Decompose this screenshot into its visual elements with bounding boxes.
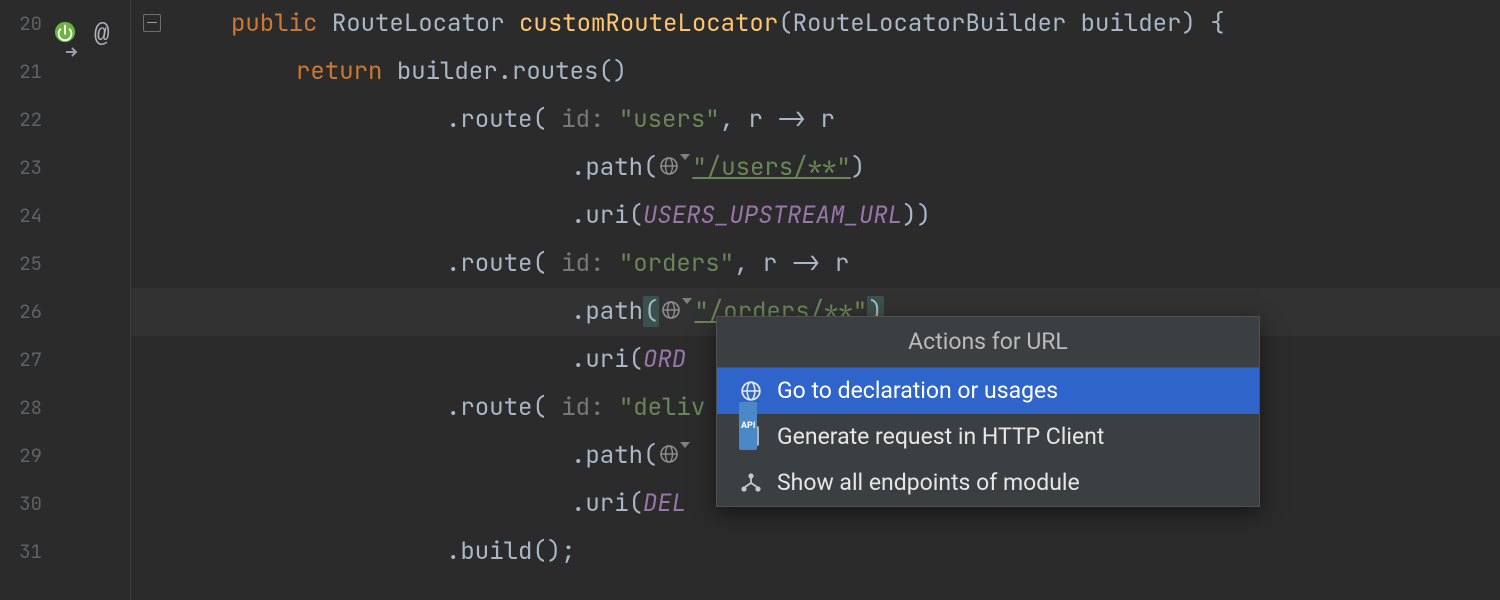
line-number: 24 [0,192,42,240]
code-line: .route( id: "orders", r -> r [446,240,849,288]
matched-paren-open: ( [643,296,659,327]
code-editor[interactable]: 20 21 22 23 24 25 26 27 28 29 30 31 @ pu… [0,0,1500,600]
code-line: .uri(DEL [571,480,686,528]
popup-action-goto-declaration[interactable]: Go to declaration or usages [717,368,1259,414]
url-actions-popup: Actions for URL Go to declaration or usa… [716,316,1260,507]
popup-item-label: Generate request in HTTP Client [777,414,1104,460]
popup-action-show-endpoints[interactable]: Show all endpoints of module [717,460,1259,506]
line-number: 25 [0,240,42,288]
line-number: 30 [0,480,42,528]
popup-item-label: Go to declaration or usages [777,368,1058,414]
popup-title: Actions for URL [717,317,1259,368]
annotation-at-icon[interactable]: @ [94,10,110,58]
line-number: 23 [0,144,42,192]
chevron-down-icon [680,442,690,462]
line-number: 31 [0,528,42,576]
line-number: 20 [0,0,42,48]
code-line: .route( id: "deliv [446,384,705,432]
endpoints-icon [739,471,763,495]
code-line: .path( [571,432,692,480]
globe-icon [739,379,763,403]
url-globe-icon[interactable] [659,156,690,176]
line-number: 27 [0,336,42,384]
popup-item-label: Show all endpoints of module [777,460,1080,506]
code-line: .uri(USERS_UPSTREAM_URL)) [571,192,931,240]
line-number: 21 [0,48,42,96]
line-number: 29 [0,432,42,480]
code-line: .route( id: "users", r -> r [446,96,835,144]
api-doc-icon: API [739,425,763,449]
chevron-down-icon [680,154,690,174]
code-line: public RouteLocator customRouteLocator(R… [231,0,1225,48]
popup-action-generate-http-request[interactable]: API Generate request in HTTP Client [717,414,1259,460]
code-line: .path("/users/**") [571,144,865,192]
line-number: 22 [0,96,42,144]
implementing-arrow-icon[interactable] [66,26,80,74]
code-line: return builder.routes() [296,48,627,96]
chevron-down-icon [682,298,692,318]
line-number: 26 [0,288,42,336]
url-globe-icon[interactable] [659,444,690,464]
line-number: 28 [0,384,42,432]
gutter: 20 21 22 23 24 25 26 27 28 29 30 31 @ [0,0,131,600]
url-globe-icon[interactable] [661,300,692,320]
code-area[interactable]: public RouteLocator customRouteLocator(R… [131,0,1500,600]
code-line: .uri(ORD [571,336,686,384]
code-line: .build(); [446,528,576,576]
